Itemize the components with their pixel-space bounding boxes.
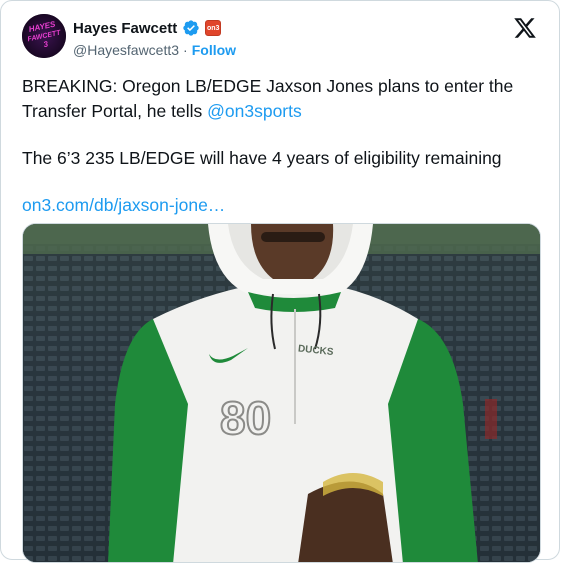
tweet-line-2: The 6’3 235 LB/EDGE will have 4 years of… (22, 148, 502, 168)
tweet-line-1: BREAKING: Oregon LB/EDGE Jaxson Jones pl… (22, 74, 547, 124)
avatar[interactable]: HAYES FAWCETT 3 (22, 14, 66, 58)
handle-row: @Hayesfawcett3 · Follow (73, 42, 236, 58)
jersey-number: 80 (220, 392, 271, 444)
player-photo: 80 DUCKS (23, 224, 540, 562)
follow-button[interactable]: Follow (192, 42, 236, 58)
article-link[interactable]: on3.com/db/jaxson-jone… (22, 195, 225, 215)
display-name[interactable]: Hayes Fawcett (73, 20, 177, 37)
name-row: Hayes Fawcett on3 (73, 19, 222, 37)
separator: · (183, 42, 188, 58)
affiliate-badge[interactable]: on3 (205, 20, 222, 36)
verified-badge-icon (182, 19, 200, 37)
x-logo-icon[interactable] (513, 16, 537, 45)
tweet-media-photo[interactable]: 80 DUCKS (22, 223, 541, 563)
handle[interactable]: @Hayesfawcett3 (73, 42, 179, 58)
avatar-logo: HAYES FAWCETT 3 (22, 14, 66, 58)
tweet-text: BREAKING: Oregon LB/EDGE Jaxson Jones pl… (22, 74, 547, 218)
mention-link[interactable]: @on3sports (207, 101, 302, 121)
tweet-card: HAYES FAWCETT 3 Hayes Fawcett on3 @Hayes… (0, 0, 560, 563)
